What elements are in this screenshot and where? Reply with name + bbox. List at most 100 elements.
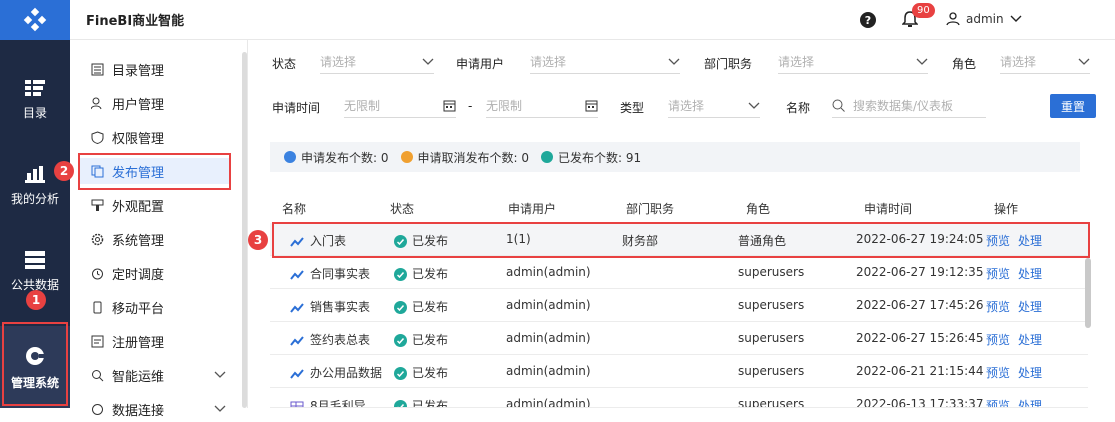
row-status-text: 已发布 (412, 333, 449, 347)
preview-link[interactable]: 预览 (986, 366, 1010, 380)
preview-link[interactable]: 预览 (986, 399, 1010, 407)
table-row[interactable]: 合同事实表 已发布 admin(admin) superusers 2022-0… (270, 256, 1088, 289)
table-row[interactable]: 销售事实表 已发布 admin(admin) superusers 2022-0… (270, 289, 1088, 322)
select-placeholder: 请选择 (778, 55, 815, 69)
sidebar-label: 移动平台 (112, 301, 165, 317)
preview-link[interactable]: 预览 (986, 333, 1010, 347)
sidebar-item-permission-mgmt[interactable]: 权限管理 (90, 124, 164, 150)
sidebar-item-user-mgmt[interactable]: 用户管理 (90, 90, 164, 116)
chevron-down-icon (916, 58, 928, 65)
send-icon (284, 151, 296, 163)
sidebar-item-mobile[interactable]: 移动平台 (90, 294, 164, 320)
sidebar-item-appearance[interactable]: 外观配置 (90, 192, 164, 218)
process-link[interactable]: 处理 (1018, 366, 1042, 380)
row-time: 2022-06-13 17:33:37 (856, 397, 984, 408)
nav-my-analysis-label: 我的分析 (10, 191, 59, 206)
sidebar-item-scheduler[interactable]: 定时调度 (90, 260, 164, 286)
sidebar-label: 数据连接 (112, 403, 165, 419)
calendar-icon (443, 100, 456, 112)
row-name: 办公用品数据 (290, 364, 382, 381)
sidebar-label: 智能运维 (112, 369, 165, 385)
chevron-down-icon (422, 58, 434, 65)
row-status-text: 已发布 (412, 234, 449, 248)
process-link[interactable]: 处理 (1018, 399, 1042, 407)
process-link[interactable]: 处理 (1018, 333, 1042, 347)
nav-catalog[interactable]: 目录 (0, 60, 70, 138)
sidebar-item-smart-ops[interactable]: 智能运维 (90, 362, 230, 388)
status-select[interactable]: 请选择 (320, 50, 434, 74)
nav-admin-system[interactable]: 管理系统 (0, 326, 70, 408)
time-from-picker[interactable]: 无限制 (344, 94, 456, 118)
name-filter-label: 名称 (786, 101, 811, 115)
time-to-picker[interactable]: 无限制 (486, 94, 598, 118)
chevron-down-icon (214, 405, 226, 412)
process-link[interactable]: 处理 (1018, 267, 1042, 281)
unpublish-icon (400, 151, 413, 163)
chevron-down-icon (1010, 15, 1022, 22)
preview-link[interactable]: 预览 (986, 267, 1010, 281)
clock-icon (90, 266, 104, 280)
phone-icon (90, 300, 104, 314)
table-row[interactable]: 签约表总表 已发布 admin(admin) superusers 2022-0… (270, 322, 1088, 355)
annotation-badge-3: 3 (248, 230, 268, 250)
copy-icon (90, 164, 104, 178)
user-menu[interactable]: admin (946, 12, 1022, 26)
row-name-text: 入门表 (310, 234, 347, 248)
row-status: 已发布 (394, 265, 448, 282)
process-link[interactable]: 处理 (1018, 300, 1042, 314)
sidebar-item-data-connection[interactable]: 数据连接 (90, 396, 230, 422)
gear-icon (26, 346, 45, 365)
type-select[interactable]: 请选择 (668, 94, 760, 118)
row-status: 已发布 (394, 232, 448, 249)
sidebar-label: 外观配置 (112, 199, 165, 215)
row-status: 已发布 (394, 364, 448, 381)
row-name-text: 合同事实表 (310, 267, 371, 281)
user-select[interactable]: 请选择 (530, 50, 680, 74)
annotation-badge-1: 1 (26, 290, 46, 310)
help-icon[interactable]: ? (860, 12, 876, 28)
row-dept: 财务部 (622, 234, 659, 248)
sidebar-item-registration[interactable]: 注册管理 (90, 328, 164, 354)
row-name-text: 销售事实表 (310, 300, 371, 314)
dashboard-icon (290, 368, 304, 379)
table-row[interactable]: 入门表 已发布 1(1) 财务部 普通角色 2022-06-27 19:24:0… (270, 223, 1088, 256)
row-actions: 预览 处理 (986, 265, 1050, 282)
nav-catalog-label: 目录 (22, 105, 47, 120)
select-placeholder: 请选择 (668, 99, 705, 113)
table-scrollbar[interactable] (1085, 258, 1091, 328)
table-row[interactable]: 8月毛利异... 已发布 admin(admin) superusers 202… (270, 388, 1088, 408)
sidebar-label: 系统管理 (112, 233, 165, 249)
preview-link[interactable]: 预览 (986, 300, 1010, 314)
chevron-down-icon (1078, 58, 1090, 65)
sidebar-item-catalog-mgmt[interactable]: 目录管理 (90, 56, 164, 82)
stat-apply-publish: 申请发布个数: 0 (284, 149, 389, 166)
calendar-icon (585, 100, 598, 112)
analysis-icon (25, 165, 45, 183)
table-row[interactable]: 办公用品数据 已发布 admin(admin) superusers 2022-… (270, 355, 1088, 388)
sidebar-item-system-mgmt[interactable]: 系统管理 (90, 226, 164, 252)
sidebar-label: 定时调度 (112, 267, 165, 283)
process-link[interactable]: 处理 (1018, 234, 1042, 248)
name-search-input[interactable]: 搜索数据集/仪表板 (832, 94, 986, 118)
role-select[interactable]: 请选择 (1000, 50, 1090, 74)
row-user: admin(admin) (506, 331, 591, 345)
col-role: 角色 (746, 202, 771, 216)
row-user: admin(admin) (506, 397, 591, 408)
dept-select[interactable]: 请选择 (778, 50, 928, 74)
table-header: 名称 状态 申请用户 部门职务 角色 申请时间 操作 (270, 192, 1088, 222)
reset-button[interactable]: 重置 (1050, 94, 1096, 118)
sidebar-scrollbar[interactable] (242, 52, 247, 408)
chevron-down-icon (668, 58, 680, 65)
sidebar-item-publish-mgmt[interactable]: 发布管理 (80, 158, 230, 184)
check-icon (394, 367, 407, 380)
nav-my-analysis[interactable]: 我的分析 (0, 146, 70, 224)
check-icon (541, 151, 553, 163)
row-status: 已发布 (394, 397, 448, 407)
preview-link[interactable]: 预览 (986, 234, 1010, 248)
main-content: 状态 请选择 申请用户 请选择 部门职务 请选择 角色 请选择 申请时间 无限制… (254, 40, 1115, 408)
notification-count: 90 (912, 3, 935, 18)
row-user: admin(admin) (506, 364, 591, 378)
row-name: 签约表总表 (290, 331, 370, 348)
logo-icon[interactable] (0, 0, 70, 40)
row-role: superusers (738, 331, 805, 345)
